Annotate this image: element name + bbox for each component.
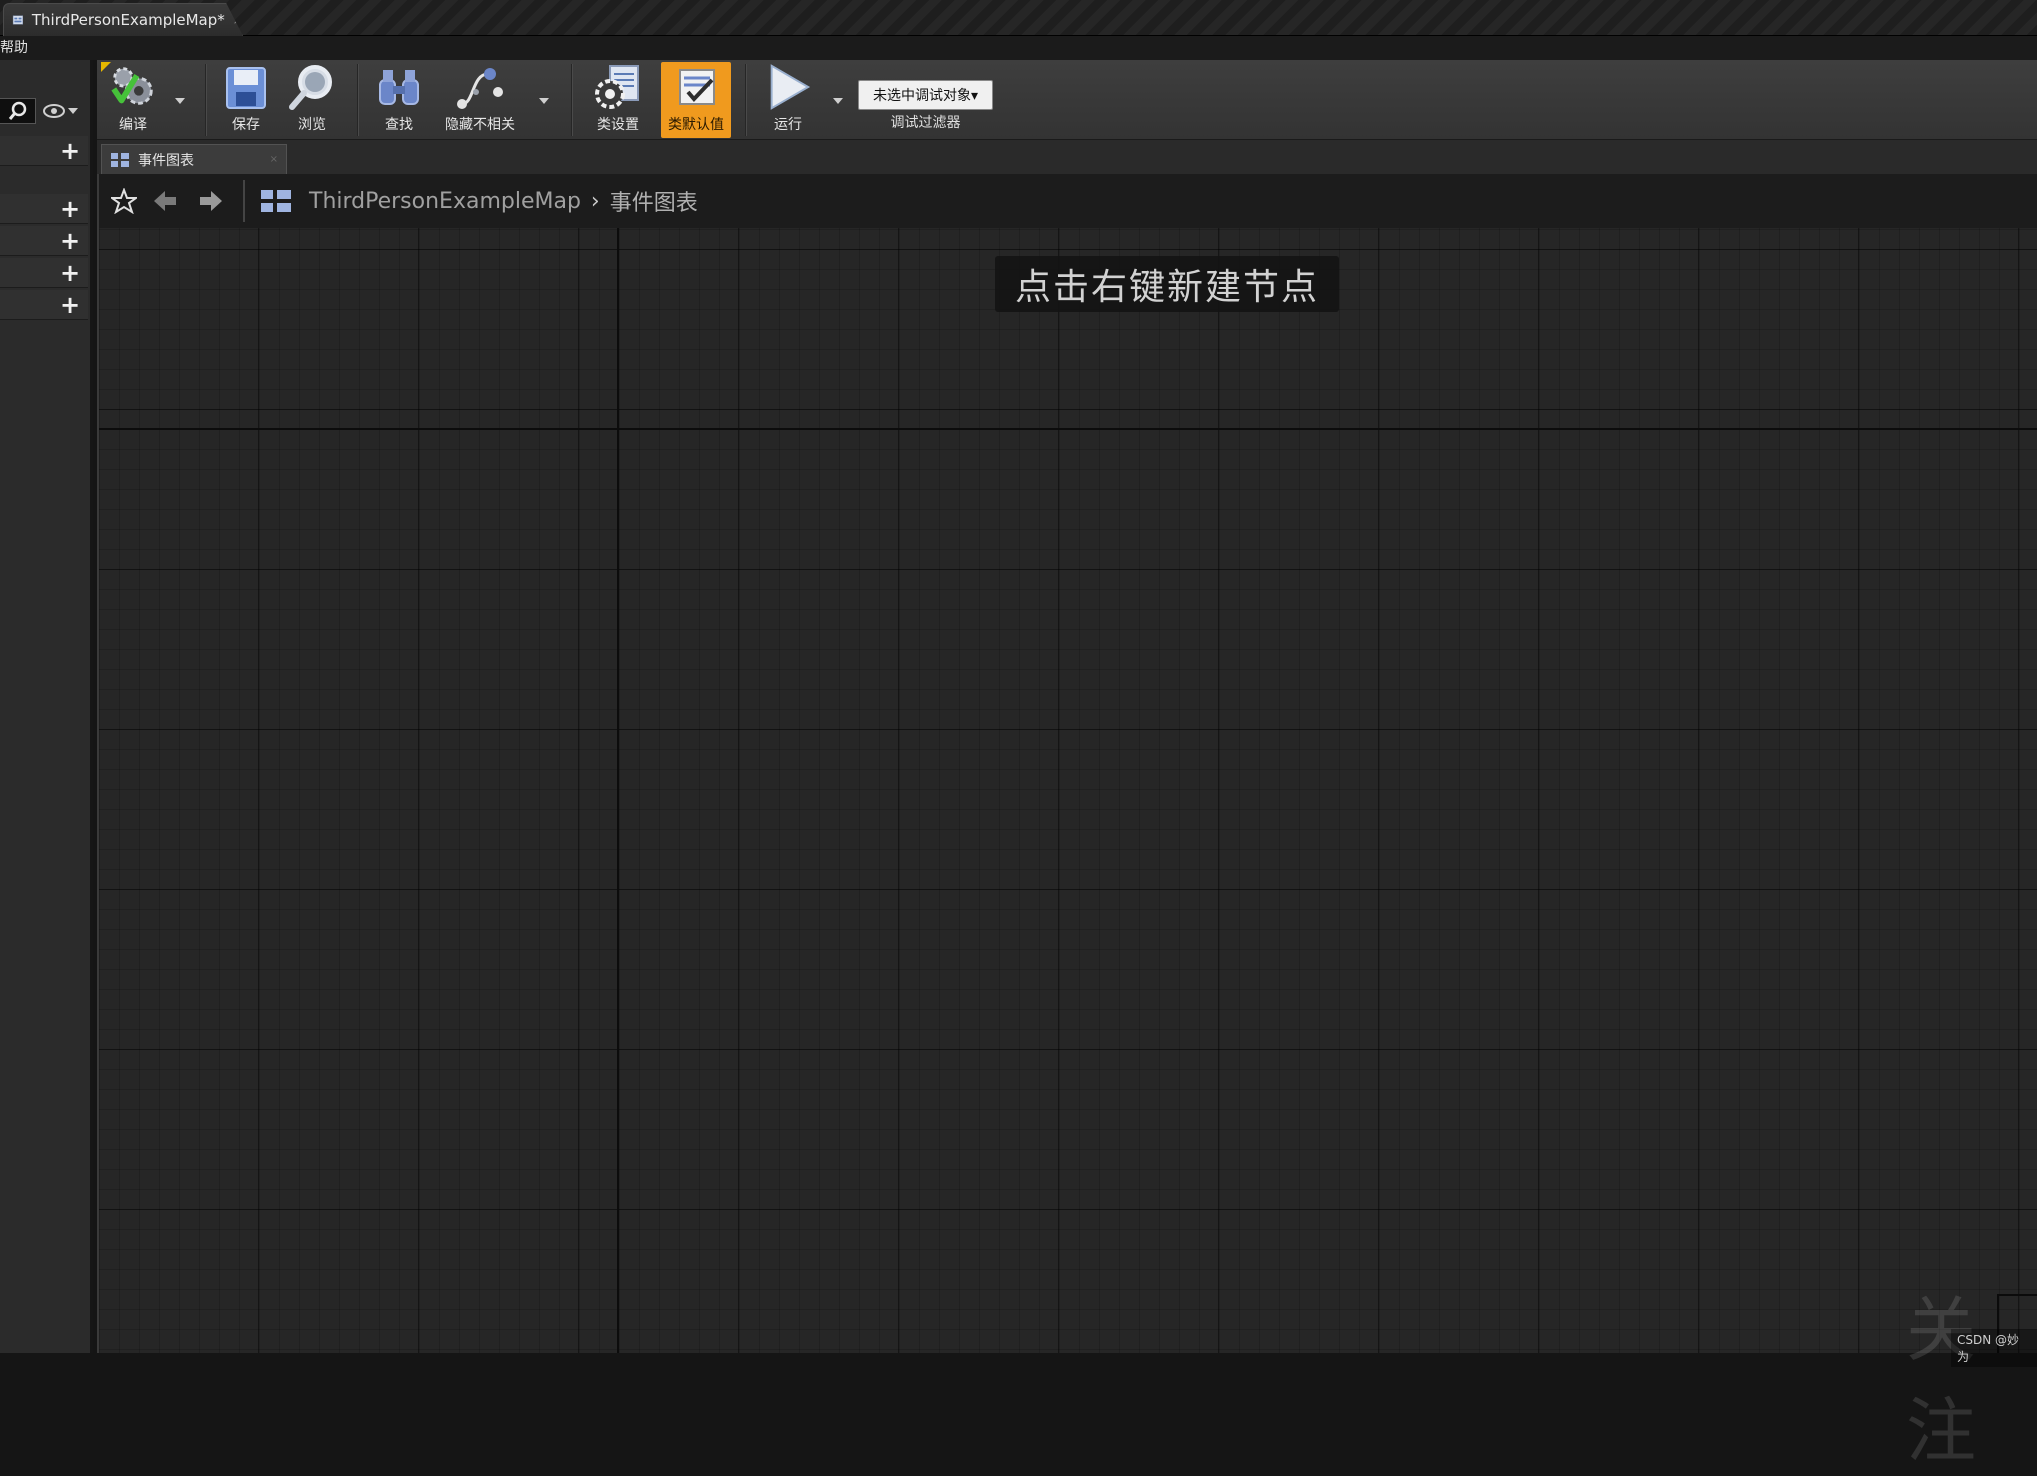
tab-close-icon[interactable]: ×: [270, 154, 278, 165]
breadcrumb-map-link[interactable]: ThirdPersonExampleMap: [309, 189, 581, 214]
debug-filter-label: 调试过滤器: [890, 115, 961, 131]
arrow-right-icon: [200, 191, 222, 211]
document-tab-dirty-mark: *: [217, 11, 225, 29]
graph-origin-horizontal-line: [99, 428, 2037, 430]
save-label: 保存: [232, 117, 260, 133]
toolbar-separator: [357, 64, 359, 136]
watermark-overlay-text: 关注: [1906, 1289, 1976, 1472]
class-defaults-button[interactable]: 类默认值: [661, 62, 731, 138]
magnifier-icon: [289, 65, 332, 110]
left-section-graphs: +: [0, 136, 88, 166]
graph-origin-vertical-line: [617, 228, 619, 1353]
class-settings-label: 类设置: [597, 117, 639, 133]
save-button[interactable]: 保存: [219, 62, 273, 138]
binoculars-icon: [379, 70, 419, 105]
left-section-functions: +: [0, 194, 88, 224]
tab-event-graph-label: 事件图表: [138, 152, 194, 169]
my-blueprint-panel: + + + + +: [0, 60, 93, 1353]
blueprint-document-icon: [12, 15, 23, 25]
left-section-variables: +: [0, 258, 88, 288]
search-icon: [8, 101, 26, 120]
window-title-bar: ThirdPersonExampleMap * ×: [0, 0, 2037, 36]
debug-object-select[interactable]: 未选中调试对象▾: [858, 80, 993, 110]
find-label: 查找: [385, 117, 413, 133]
add-graph-button[interactable]: +: [58, 139, 82, 163]
tab-event-graph[interactable]: 事件图表 ×: [101, 144, 287, 174]
star-icon: [111, 188, 137, 214]
document-tab-label: ThirdPersonExampleMap: [31, 11, 218, 29]
compile-status-corner: [101, 62, 111, 72]
browse-button[interactable]: 浏览: [283, 62, 341, 138]
graph-hint: 点击右键新建节点: [995, 256, 1339, 312]
save-floppy-icon: [226, 67, 266, 109]
play-icon: [770, 64, 811, 110]
arrow-left-icon: [154, 191, 176, 211]
hide-unrelated-options-chevron-icon[interactable]: [537, 96, 551, 106]
class-settings-button[interactable]: 类设置: [585, 62, 651, 138]
left-section-macros: +: [0, 226, 88, 256]
compile-button[interactable]: 编译: [101, 62, 165, 138]
hide-unrelated-button[interactable]: 隐藏不相关: [437, 62, 523, 138]
nav-back-button[interactable]: [145, 181, 185, 221]
toolbar-separator: [571, 64, 573, 136]
event-graph-canvas[interactable]: ThirdPersonExampleMap › 事件图表 点击右键新建节点 关注…: [97, 174, 2037, 1472]
blueprint-toolbar: 编译 保存 浏览 查找 隐藏不相关 类设置 类默认值 运行: [97, 60, 2037, 140]
add-macro-button[interactable]: +: [58, 229, 82, 253]
toolbar-separator: [745, 64, 747, 136]
run-options-chevron-icon[interactable]: [831, 96, 845, 106]
hide-unrelated-nodes-icon: [457, 68, 503, 109]
watermark: CSDN @妙为: [1951, 1329, 2037, 1367]
view-options-button[interactable]: [40, 98, 80, 124]
compile-options-chevron-icon[interactable]: [173, 96, 187, 106]
add-dispatcher-button[interactable]: +: [58, 293, 82, 317]
breadcrumb-chevron-icon: ›: [590, 188, 600, 214]
graph-icon: [261, 190, 291, 212]
add-function-button[interactable]: +: [58, 197, 82, 221]
eye-icon: [42, 104, 65, 118]
document-tab[interactable]: ThirdPersonExampleMap * ×: [3, 3, 243, 36]
chevron-down-icon: [67, 108, 78, 114]
find-button[interactable]: 查找: [371, 62, 427, 138]
breadcrumb-current: 事件图表: [609, 191, 698, 216]
browse-label: 浏览: [298, 117, 326, 133]
left-section-dispatchers: +: [0, 290, 88, 320]
breadcrumb-separator-line: [243, 180, 245, 222]
menu-help[interactable]: 帮助: [0, 40, 28, 56]
class-settings-gear-icon: [595, 65, 639, 109]
class-defaults-checklist-icon: [679, 69, 715, 105]
add-variable-button[interactable]: +: [58, 261, 82, 285]
panel-search-button[interactable]: [0, 98, 36, 124]
hide-unrelated-label: 隐藏不相关: [445, 117, 515, 133]
compile-gears-icon: [111, 67, 153, 105]
run-label: 运行: [774, 117, 802, 133]
graph-tab-strip: 事件图表 ×: [97, 140, 2037, 174]
nav-forward-button[interactable]: [191, 181, 231, 221]
compile-label: 编译: [119, 117, 147, 133]
favorite-star-button[interactable]: [109, 186, 139, 216]
menu-bar: 帮助: [0, 36, 2037, 60]
run-button[interactable]: 运行: [759, 62, 817, 138]
class-defaults-label: 类默认值: [668, 117, 724, 133]
toolbar-separator: [205, 64, 207, 136]
event-graph-icon: [111, 152, 129, 167]
document-tab-close-icon[interactable]: ×: [233, 14, 242, 27]
breadcrumb: ThirdPersonExampleMap › 事件图表: [99, 174, 2037, 228]
